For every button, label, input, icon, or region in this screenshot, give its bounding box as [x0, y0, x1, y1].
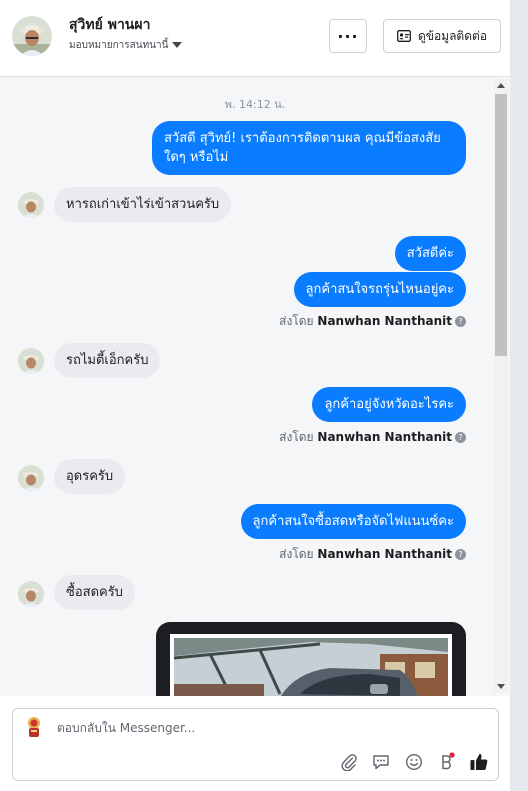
- assign-label: มอบหมายการสนทนานี้: [69, 40, 169, 51]
- conversation-header: สุวิทย์ พานผา มอบหมายการสนทนานี้ ··· ดูข…: [0, 0, 510, 77]
- view-contact-info-label: ดูข้อมูลติดต่อ: [417, 28, 488, 43]
- composer-area: [0, 696, 510, 791]
- help-icon[interactable]: ?: [455, 432, 466, 443]
- contact-avatar-small: [18, 581, 44, 607]
- scroll-up-arrow-icon[interactable]: [497, 83, 505, 88]
- sent-by-info: ส่งโดย Nanwhan Nanthanit?: [279, 428, 466, 447]
- sent-by-prefix: ส่งโดย: [279, 547, 314, 561]
- scrollbar-thumb[interactable]: [495, 94, 507, 356]
- chat-scrollbar[interactable]: [494, 79, 508, 693]
- incoming-message[interactable]: อุดรครับ: [54, 459, 126, 494]
- vehicle-photo[interactable]: [170, 634, 452, 696]
- help-icon[interactable]: ?: [455, 549, 466, 560]
- emoji-icon[interactable]: [403, 751, 425, 773]
- outgoing-message[interactable]: สวัสดี สุวิทย์! เราต้องการติดตามผล คุณมี…: [152, 121, 466, 175]
- incoming-message[interactable]: หารถเก่าเข้าไร่เข้าสวนครับ: [54, 187, 232, 222]
- page-avatar: [22, 715, 46, 739]
- sent-by-info: ส่งโดย Nanwhan Nanthanit?: [279, 545, 466, 564]
- outgoing-message[interactable]: ลูกค้าสนใจรถรุ่นไหนอยู่คะ: [293, 272, 466, 307]
- scroll-down-arrow-icon[interactable]: [497, 684, 505, 689]
- agent-name: Nanwhan Nanthanit: [317, 430, 452, 444]
- payment-icon[interactable]: [435, 751, 457, 773]
- contact-name[interactable]: สุวิทย์ พานผา: [69, 14, 150, 36]
- view-contact-info-button[interactable]: ดูข้อมูลติดต่อ: [383, 19, 501, 53]
- reply-input[interactable]: [57, 719, 477, 737]
- help-icon[interactable]: ?: [455, 316, 466, 327]
- incoming-message[interactable]: ซื้อสดครับ: [54, 575, 135, 610]
- more-options-button[interactable]: ···: [329, 19, 367, 53]
- contact-avatar-small: [18, 192, 44, 218]
- sent-by-prefix: ส่งโดย: [279, 314, 314, 328]
- sent-by-prefix: ส่งโดย: [279, 430, 314, 444]
- outgoing-message[interactable]: ลูกค้าสนใจซื้อสดหรือจัดไฟแนนซ์คะ: [240, 504, 466, 539]
- sent-by-info: ส่งโดย Nanwhan Nanthanit?: [279, 312, 466, 331]
- assign-conversation-dropdown[interactable]: มอบหมายการสนทนานี้: [69, 38, 183, 53]
- outgoing-message[interactable]: ลูกค้าอยู่จังหวัดอะไรคะ: [312, 387, 466, 422]
- contact-card-icon: [397, 30, 411, 42]
- outgoing-message[interactable]: สวัสดีค่ะ: [394, 236, 466, 271]
- contact-avatar-small: [18, 348, 44, 374]
- more-options-label: ···: [337, 26, 359, 46]
- contact-avatar[interactable]: [12, 16, 52, 56]
- saved-reply-icon[interactable]: [370, 751, 392, 773]
- message-timestamp: พ. 14:12 น.: [224, 98, 286, 111]
- contact-avatar-small: [18, 465, 44, 491]
- image-attachment[interactable]: [156, 622, 466, 696]
- agent-name: Nanwhan Nanthanit: [317, 547, 452, 561]
- window-edge: [510, 0, 528, 791]
- reply-composer[interactable]: [12, 708, 499, 781]
- like-icon[interactable]: [468, 751, 490, 773]
- message-thread[interactable]: พ. 14:12 น. สวัสดี สุวิทย์! เราต้องการติ…: [0, 77, 510, 696]
- agent-name: Nanwhan Nanthanit: [317, 314, 452, 328]
- caret-down-icon: [172, 42, 183, 48]
- attachment-icon[interactable]: [338, 751, 360, 773]
- incoming-message[interactable]: รถไมตี้เอ็กครับ: [54, 343, 161, 378]
